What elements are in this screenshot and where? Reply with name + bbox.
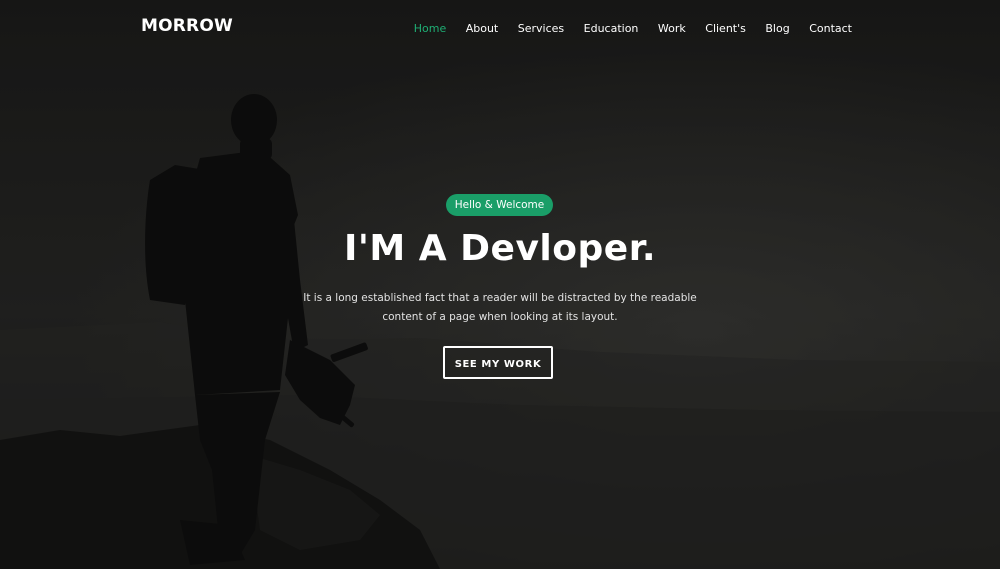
see-my-work-button[interactable]: SEE MY WORK	[443, 346, 553, 379]
hero-description: It is a long established fact that a rea…	[303, 292, 697, 323]
welcome-badge: Hello & Welcome	[446, 194, 553, 216]
hero-headline: I'M A Devloper.	[344, 228, 656, 269]
hero-content: Hello & Welcome I'M A Devloper. It is a …	[0, 0, 1000, 569]
hero-section: MORROW Home About Services Education Wor…	[0, 0, 1000, 569]
